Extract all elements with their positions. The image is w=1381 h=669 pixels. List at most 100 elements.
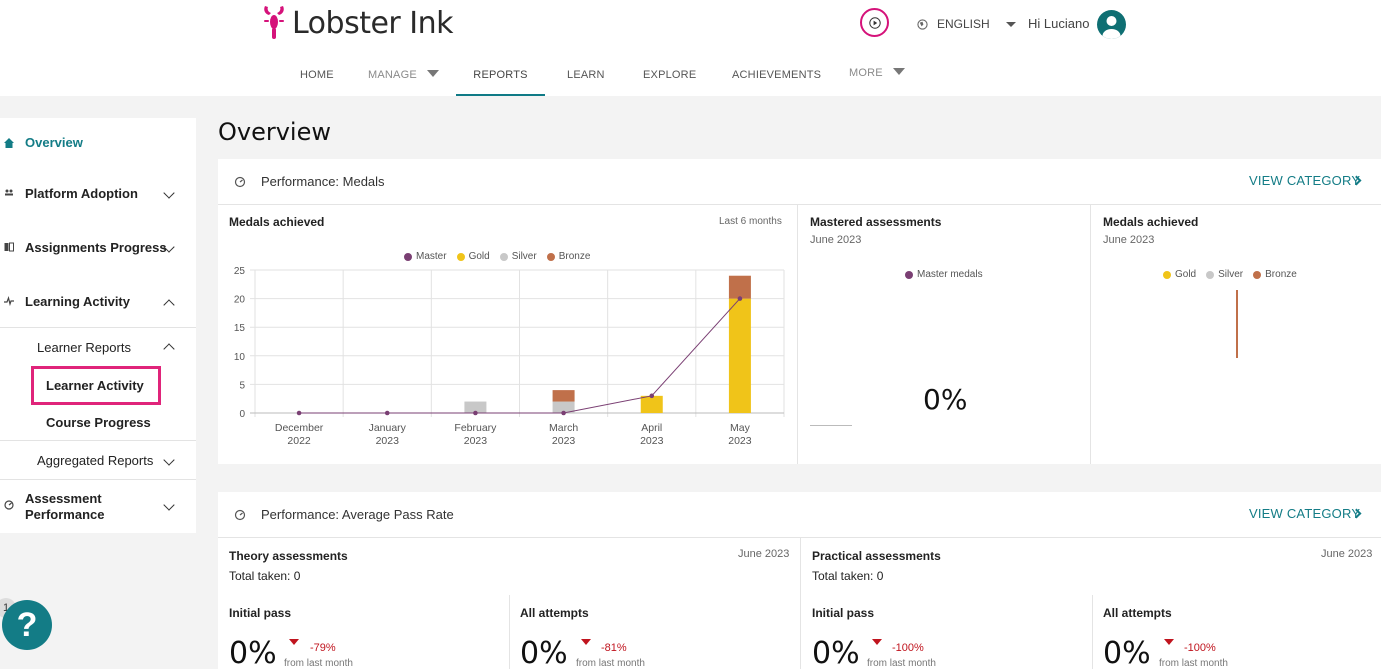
- legend-master-medals[interactable]: Master medals: [905, 269, 983, 280]
- metric-delta: -81%: [601, 642, 627, 654]
- panel-title: Theory assessments: [229, 549, 348, 563]
- legend-dot: [1253, 270, 1262, 279]
- down-arrow-icon: [872, 639, 882, 645]
- x-tick-label: 2023: [728, 435, 752, 447]
- metric-delta: -79%: [310, 642, 336, 654]
- mastered-legend: Master medals: [905, 269, 993, 280]
- metric-value: 0%: [812, 636, 860, 669]
- nav-achievements-label: ACHIEVEMENTS: [732, 69, 822, 81]
- metric-value: 0%: [1103, 636, 1151, 669]
- metric-label: All attempts: [1103, 606, 1172, 620]
- nav-reports[interactable]: REPORTS: [456, 67, 545, 96]
- user-greeting[interactable]: Hi Luciano: [1028, 16, 1089, 31]
- sidebar-item-label: Course Progress: [46, 415, 151, 430]
- y-tick-label: 15: [234, 323, 246, 334]
- logo[interactable]: Lobster Ink: [262, 4, 454, 42]
- medals-card: Performance: Medals VIEW CATEGORY Medals…: [218, 159, 1381, 464]
- sidebar-item-learner-reports[interactable]: Learner Reports: [0, 340, 196, 360]
- divider: [0, 440, 196, 441]
- chevron-down-icon: [163, 454, 175, 466]
- help-button[interactable]: ?: [2, 600, 52, 650]
- legend-label: Silver: [1218, 269, 1244, 280]
- chevron-up-icon: [163, 343, 175, 355]
- legend-silver[interactable]: Silver: [1206, 269, 1243, 280]
- x-tick-label: March: [549, 422, 578, 434]
- chevron-down-icon: [1005, 21, 1016, 27]
- gauge-icon: [234, 176, 246, 188]
- y-tick-label: 5: [239, 380, 245, 391]
- point-master: [561, 410, 566, 416]
- sidebar-item-platform-adoption[interactable]: Platform Adoption: [0, 186, 196, 206]
- metric-value: 0%: [229, 636, 277, 669]
- total-taken: Total taken: 0: [229, 569, 301, 583]
- view-category-link[interactable]: VIEW CATEGORY: [1249, 173, 1360, 188]
- sidebar-item-label: Learner Reports: [37, 340, 131, 355]
- point-master: [649, 393, 655, 399]
- panel-date: June 2023: [1103, 234, 1155, 246]
- sidebar-item-label: Assessment: [25, 491, 102, 506]
- sidebar-item-course-progress[interactable]: Course Progress: [0, 415, 196, 435]
- legend-bronze[interactable]: Bronze: [1253, 269, 1297, 280]
- nav-explore-label: EXPLORE: [643, 69, 697, 81]
- users-icon: [5, 189, 13, 196]
- sidebar-item-label: Overview: [25, 135, 83, 150]
- legend-gold[interactable]: Gold: [1163, 269, 1196, 280]
- metric-from: from last month: [576, 658, 645, 669]
- sidebar-item-assessment-performance[interactable]: Assessment Performance: [0, 491, 196, 527]
- user-icon: [1102, 16, 1121, 39]
- nav-learn[interactable]: LEARN: [567, 67, 605, 96]
- nav-explore[interactable]: EXPLORE: [643, 67, 696, 96]
- down-arrow-icon: [289, 639, 299, 645]
- chevron-down-icon: [426, 70, 439, 77]
- nav-more[interactable]: MORE: [849, 65, 905, 94]
- point-master: [384, 410, 390, 416]
- language-label: ENGLISH: [937, 17, 990, 31]
- chevron-down-icon: [892, 68, 905, 75]
- language-selector[interactable]: ENGLISH: [917, 17, 1016, 31]
- legend-label: Bronze: [1265, 269, 1297, 280]
- legend-label: Master medals: [917, 269, 983, 280]
- nav-achievements[interactable]: ACHIEVEMENTS: [732, 67, 821, 96]
- legend-dot: [905, 270, 913, 279]
- axis-line: [810, 425, 852, 426]
- metric-label: All attempts: [520, 606, 589, 620]
- home-icon: [4, 138, 14, 148]
- point-master: [737, 296, 743, 301]
- x-tick-label: 2022: [287, 435, 311, 447]
- activity-icon: [4, 296, 14, 306]
- globe-icon: [917, 18, 928, 30]
- nav-manage-label: MANAGE: [368, 69, 417, 81]
- point-master: [473, 410, 478, 416]
- legend-dot: [1206, 270, 1215, 279]
- sidebar-item-label: Performance: [25, 507, 105, 522]
- highlight-box: [31, 366, 161, 405]
- metric-from: from last month: [1159, 658, 1228, 669]
- metric-label: Initial pass: [812, 606, 875, 620]
- play-icon: [868, 16, 881, 29]
- avatar[interactable]: [1097, 10, 1126, 39]
- card-title: Performance: Average Pass Rate: [261, 507, 454, 522]
- metric-from: from last month: [284, 658, 353, 669]
- nav-manage[interactable]: MANAGE: [368, 67, 439, 96]
- bar-gold: [728, 298, 751, 413]
- chevron-up-icon: [163, 299, 175, 311]
- play-button[interactable]: [860, 8, 889, 37]
- panel-date: June 2023: [810, 234, 862, 246]
- legend-dot: [1163, 270, 1171, 279]
- total-taken: Total taken: 0: [812, 569, 884, 583]
- view-category-link[interactable]: VIEW CATEGORY: [1249, 506, 1360, 521]
- bronze-bar: [1236, 290, 1238, 358]
- card-title: Performance: Medals: [261, 174, 385, 189]
- bar-bronze: [552, 390, 575, 402]
- nav-more-label: MORE: [849, 67, 883, 79]
- medals-chart: 0510152025December2022January2023Februar…: [234, 266, 785, 447]
- nav-home[interactable]: HOME: [300, 67, 334, 96]
- y-tick-label: 25: [234, 266, 246, 277]
- bar-bronze: [728, 275, 751, 299]
- top-header: Lobster Ink ENGLISH Hi Luciano HOME MANA…: [0, 0, 1381, 96]
- sidebar-item-overview[interactable]: Overview: [0, 135, 196, 155]
- sidebar-item-learning-activity[interactable]: Learning Activity: [0, 294, 196, 314]
- lobster-logo-icon: [264, 6, 284, 39]
- sidebar-item-assignments-progress[interactable]: Assignments Progress: [0, 240, 196, 260]
- sidebar-item-aggregated-reports[interactable]: Aggregated Reports: [0, 453, 196, 473]
